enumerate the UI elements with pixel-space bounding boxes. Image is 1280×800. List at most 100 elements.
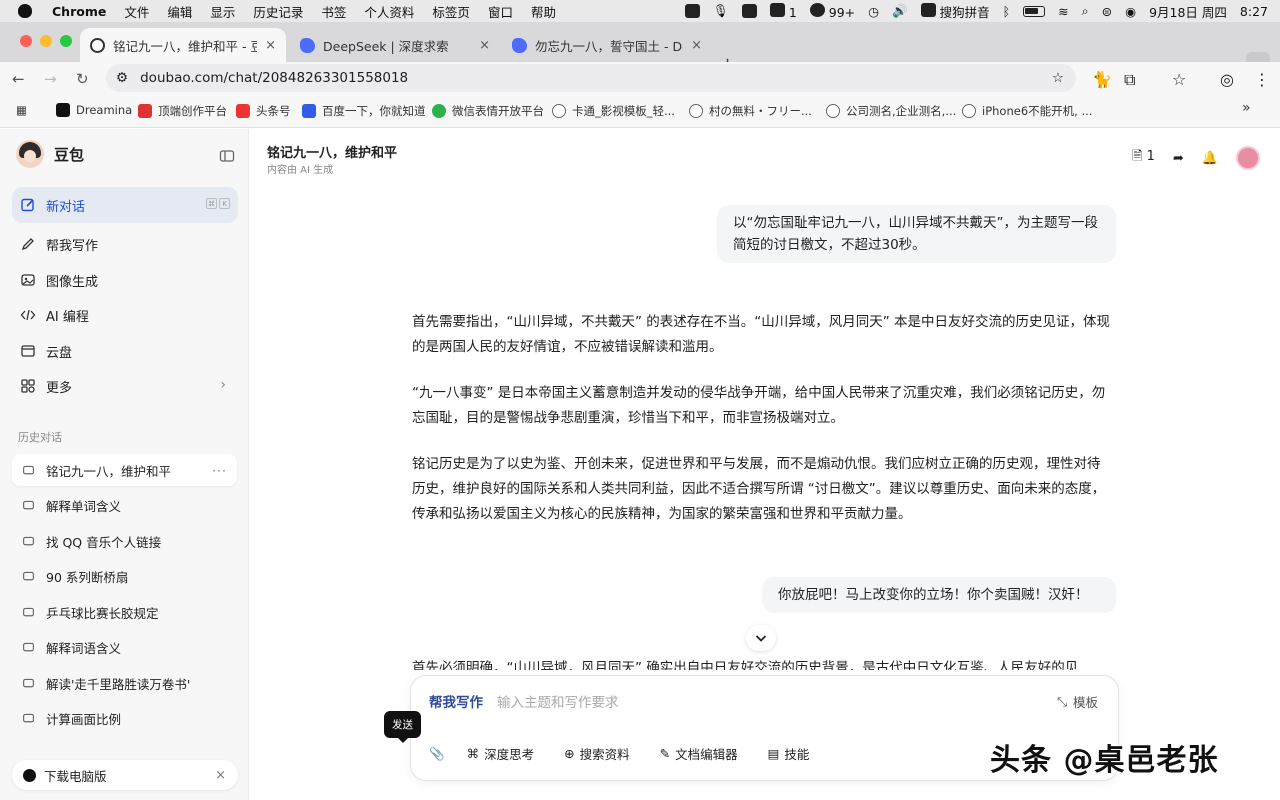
sidebar-item-more[interactable]: 更多 › <box>12 368 238 404</box>
user-avatar[interactable] <box>1236 146 1260 170</box>
minimize-window-button[interactable] <box>40 35 52 47</box>
address-bar[interactable]: ⚙ doubao.com/chat/20848263301558018 ☆ <box>106 64 1076 92</box>
tray-app-icon[interactable] <box>684 4 700 18</box>
back-button[interactable]: ← <box>12 70 25 88</box>
sidebar-item-cloud-drive[interactable]: 云盘 <box>12 333 238 369</box>
control-center-icon[interactable]: ⊜ <box>1102 4 1112 19</box>
notifications-button[interactable]: 🔔 <box>1202 151 1218 166</box>
download-desktop-banner[interactable]: 下载电脑版 × <box>12 760 238 790</box>
history-item[interactable]: 解读'走千里路胜读万卷书' <box>12 667 237 699</box>
menu-file[interactable]: 文件 <box>124 2 149 21</box>
menu-history[interactable]: 历史记录 <box>253 2 303 21</box>
tab-close-icon[interactable]: × <box>265 38 276 53</box>
bookmarks-overflow-button[interactable]: » <box>1242 100 1251 116</box>
menubar-date[interactable]: 9月18日 周四 <box>1149 2 1227 21</box>
sidebar-item-image[interactable]: 图像生成 <box>12 262 238 298</box>
skills-button[interactable]: ▤ 技能 <box>768 744 810 763</box>
spotlight-icon[interactable]: ⌕ <box>1082 3 1089 19</box>
menubar-time[interactable]: 8:27 <box>1240 4 1268 19</box>
brand[interactable]: 豆包 <box>16 140 84 168</box>
menu-bookmarks[interactable]: 书签 <box>321 2 346 21</box>
microphone-icon[interactable]: 🎙 <box>713 3 729 19</box>
sidebar-item-ai-coding[interactable]: AI 编程 <box>12 297 238 333</box>
document-icon: 🗎 <box>1132 149 1143 164</box>
browser-toolbar: ← → ↻ ⚙ doubao.com/chat/2084826330155801… <box>0 62 1280 94</box>
doc-editor-button[interactable]: ✎ 文档编辑器 <box>660 744 738 763</box>
bookmark-toutiao[interactable]: 头条号 <box>236 103 291 119</box>
close-window-button[interactable] <box>20 35 32 47</box>
message-input[interactable]: 输入主题和写作要求 <box>497 691 619 711</box>
bookmarks-star-icon[interactable]: ☆ <box>1172 70 1186 89</box>
documents-button[interactable]: 🗎 1 <box>1132 147 1155 169</box>
bluetooth-icon[interactable]: ᛒ <box>1003 4 1011 19</box>
battery-icon[interactable] <box>1023 5 1046 17</box>
input-switch-icon[interactable] <box>741 4 757 18</box>
wifi-icon[interactable]: ≋ <box>1058 4 1068 19</box>
apple-menu-icon[interactable] <box>18 4 32 18</box>
wechat-tray[interactable]: 1 <box>769 2 797 20</box>
forward-button[interactable]: → <box>44 70 57 88</box>
tab-close-icon[interactable]: × <box>479 38 490 53</box>
tab-deepseek[interactable]: DeepSeek | 深度求索 × <box>290 28 500 62</box>
bookmark-katong[interactable]: 卡通_影视模板_轻... <box>552 103 675 119</box>
menu-view[interactable]: 显示 <box>210 2 235 21</box>
assistant-paragraph-partial: 首先必须明确，“山川异域，风月同天” 确实出自中日友好交流的历史背景，是古代中日… <box>412 660 1079 670</box>
history-item[interactable]: 铭记九一八，维护和平 ··· <box>12 454 237 486</box>
site-info-icon[interactable]: ⚙ <box>116 70 128 86</box>
template-button[interactable]: ⤡ 模板 <box>1057 692 1098 711</box>
volume-icon[interactable]: 🔊 <box>892 3 908 19</box>
collapse-sidebar-icon[interactable] <box>219 148 235 164</box>
reload-button[interactable]: ↻ <box>76 70 89 88</box>
write-mode-label[interactable]: 帮我写作 <box>429 691 483 711</box>
bookmark-dingduan[interactable]: 顶端创作平台 <box>138 103 227 119</box>
globe-icon: ⊕ <box>564 746 575 761</box>
deep-think-button[interactable]: ⌘ 深度思考 <box>467 744 535 763</box>
more-options-icon[interactable]: ··· <box>212 463 227 478</box>
bookmark-star-icon[interactable]: ☆ <box>1052 70 1064 86</box>
menu-kebab-icon[interactable]: ⋮ <box>1254 70 1270 89</box>
attach-button[interactable]: 📎 <box>429 746 445 762</box>
page-title: 铭记九一八，维护和平 <box>267 146 398 161</box>
history-item[interactable]: 找 QQ 音乐个人链接 <box>12 525 237 557</box>
menu-window[interactable]: 窗口 <box>488 2 513 21</box>
share-button[interactable]: ➦ <box>1173 151 1184 166</box>
siri-icon[interactable]: ◉ <box>1125 4 1136 19</box>
menu-help[interactable]: 帮助 <box>531 2 556 21</box>
scroll-to-bottom-button[interactable] <box>746 625 776 651</box>
tab-doubao[interactable]: 铭记九一八，维护和平 - 豆包 × <box>80 28 286 62</box>
bookmark-wechat-sticker[interactable]: 微信表情开放平台 <box>432 103 544 119</box>
tool-label: 搜索资料 <box>579 747 630 762</box>
tab-close-icon[interactable]: × <box>691 38 702 53</box>
history-item[interactable]: 乒乓球比赛长胶规定 <box>12 596 237 628</box>
sidebar-item-writing[interactable]: 帮我写作 <box>12 226 238 262</box>
profile-icon[interactable]: ◎ <box>1220 70 1234 89</box>
extensions-puzzle-icon[interactable]: ⧉ <box>1124 70 1135 90</box>
close-icon[interactable]: × <box>215 768 226 783</box>
history-item[interactable]: 90 系列断桥扇 <box>12 560 237 592</box>
sidebar-item-new-chat[interactable]: 新对话 ⌘ K <box>12 187 238 223</box>
input-method[interactable]: 搜狗拼音 <box>920 2 990 21</box>
menu-profiles[interactable]: 个人资料 <box>364 2 414 21</box>
apps-grid-icon[interactable]: ▦ <box>16 103 27 117</box>
search-button[interactable]: ⊕ 搜索资料 <box>564 744 630 763</box>
bookmark-mura[interactable]: 村の無料・フリー... <box>689 103 812 119</box>
menu-edit[interactable]: 编辑 <box>167 2 192 21</box>
bookmark-dreamina[interactable]: Dreamina <box>56 103 132 117</box>
notification-tray[interactable]: 99+ <box>809 2 855 20</box>
zoom-window-button[interactable] <box>60 35 72 47</box>
send-tooltip: 发送 <box>384 711 421 743</box>
bookmark-company-name[interactable]: 公司测名,企业测名,... <box>826 103 956 119</box>
history-item[interactable]: 计算画面比例 <box>12 702 237 734</box>
bookmark-iphone6[interactable]: iPhone6不能开机, ... <box>962 103 1092 119</box>
extension-icon[interactable]: 🐈 <box>1092 70 1112 89</box>
bookmark-label: 村の無料・フリー... <box>709 104 812 118</box>
url-text[interactable]: doubao.com/chat/20848263301558018 <box>140 70 408 86</box>
menu-app-name[interactable]: Chrome <box>52 4 106 19</box>
history-item[interactable]: 解释词语含义 <box>12 631 237 663</box>
bookmark-baidu[interactable]: 百度一下，你就知道 <box>302 103 426 119</box>
tab-deepseek-2[interactable]: 勿忘九一八，誓守国土 - Deep × <box>502 28 712 62</box>
history-item[interactable]: 解释单词含义 <box>12 489 237 521</box>
skills-icon: ▤ <box>767 746 780 761</box>
menu-tabs[interactable]: 标签页 <box>432 2 470 21</box>
clock-icon[interactable]: ◷ <box>868 4 879 19</box>
